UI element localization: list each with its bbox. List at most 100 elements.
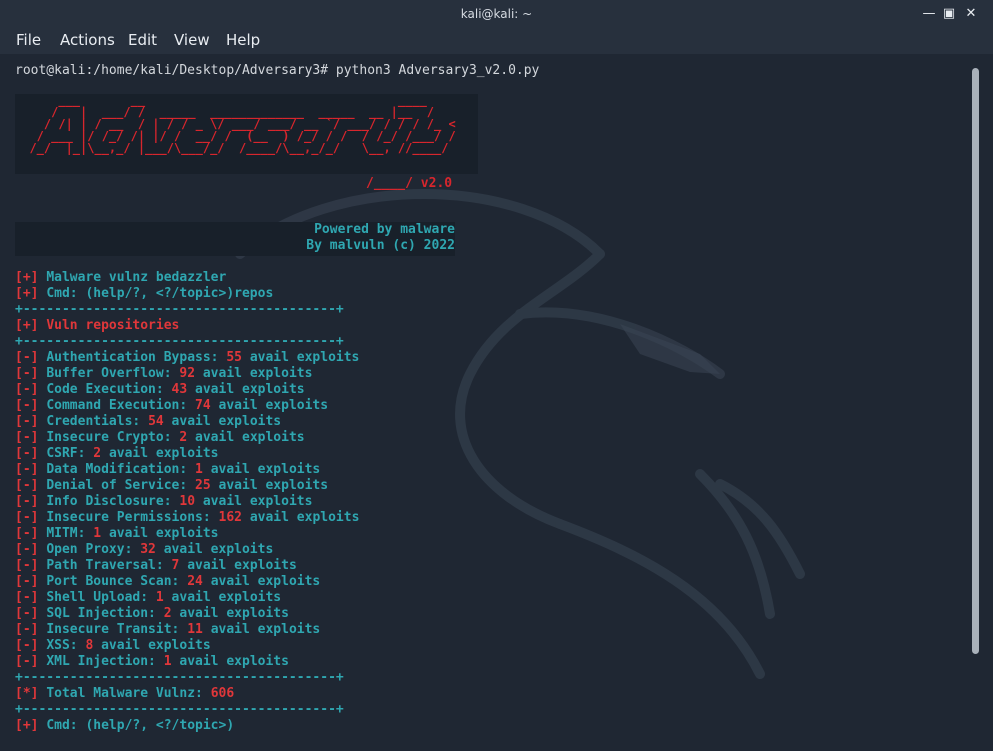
menu-bar: File Actions Edit View Help xyxy=(0,28,993,54)
exploit-suffix: avail exploits xyxy=(218,478,329,493)
exploit-suffix: avail exploits xyxy=(179,654,289,669)
repository-row: [-] MITM: 1 avail exploits xyxy=(15,526,219,542)
terminal-area[interactable]: root@kali:/home/kali/Desktop/Adversary3#… xyxy=(0,54,964,751)
exploit-suffix: avail exploits xyxy=(210,622,321,637)
divider: +---------------------------------------… xyxy=(15,670,344,685)
repository-name: XML Injection: xyxy=(46,654,156,669)
repository-row: [-] Command Execution: 74 avail exploits xyxy=(15,398,328,414)
exploit-count: 54 xyxy=(148,414,164,429)
repository-name: Insecure Transit: xyxy=(46,622,180,637)
divider: +---------------------------------------… xyxy=(15,334,344,349)
exploit-count: 10 xyxy=(179,494,196,509)
repository-name: Shell Upload: xyxy=(46,590,149,605)
tag: [-] xyxy=(15,350,39,365)
repository-row: [-] Info Disclosure: 10 avail exploits xyxy=(15,494,312,510)
scrollbar-thumb[interactable] xyxy=(972,68,979,654)
repository-name: Path Traversal: xyxy=(46,558,164,573)
exploit-suffix: avail exploits xyxy=(171,414,282,429)
exploit-count: 11 xyxy=(187,622,203,637)
credits-block: Powered by malware By malvuln (c) 2022 xyxy=(15,222,455,256)
tag: [-] xyxy=(15,510,39,525)
menu-actions[interactable]: Actions xyxy=(60,31,115,49)
tag: [-] xyxy=(15,558,39,573)
repository-row: [-] Buffer Overflow: 92 avail exploits xyxy=(15,366,312,382)
divider: +---------------------------------------… xyxy=(15,702,344,717)
exploit-count: 7 xyxy=(171,558,180,573)
section-title: [+] Vuln repositories xyxy=(15,318,179,334)
tag: [-] xyxy=(15,398,39,413)
intro-text: Cmd: (help/?, <?/topic>)repos xyxy=(46,286,274,301)
exploit-suffix: avail exploits xyxy=(218,398,329,413)
repository-name: Insecure Crypto: xyxy=(46,430,172,445)
tag: [+] xyxy=(15,286,39,301)
exploit-suffix: avail exploits xyxy=(179,606,289,621)
repository-row: [-] Insecure Permissions: 162 avail expl… xyxy=(15,510,359,526)
repository-name: Info Disclosure: xyxy=(46,494,172,509)
intro-text: Malware vulnz bedazzler xyxy=(46,270,227,285)
intro-line-2: [+] Cmd: (help/?, <?/topic>)repos xyxy=(15,286,273,302)
repository-row: [-] Code Execution: 43 avail exploits xyxy=(15,382,305,398)
repository-row: [-] Denial of Service: 25 avail exploits xyxy=(15,478,328,494)
adversary3-logo: ___ __ ____ / | ___/ / _____ ___________… xyxy=(15,94,478,174)
repository-name: Denial of Service: xyxy=(46,478,188,493)
exploit-suffix: avail exploits xyxy=(171,590,282,605)
tag: [-] xyxy=(15,366,39,381)
scrollbar[interactable] xyxy=(964,54,993,751)
repository-name: Code Execution: xyxy=(46,382,164,397)
exploit-suffix: avail exploits xyxy=(195,430,305,445)
exploit-suffix: avail exploits xyxy=(187,558,297,573)
tag: [-] xyxy=(15,382,39,397)
exploit-suffix: avail exploits xyxy=(210,462,321,477)
shell-prompt: root@kali:/home/kali/Desktop/Adversary3#… xyxy=(15,63,540,78)
repository-name: CSRF: xyxy=(46,446,86,461)
exploit-count: 1 xyxy=(195,462,203,477)
window-titlebar[interactable]: kali@kali: ~ — ▣ ✕ xyxy=(0,0,993,28)
divider: +---------------------------------------… xyxy=(15,302,344,317)
tag: [*] xyxy=(15,686,39,701)
close-icon[interactable]: ✕ xyxy=(962,5,980,23)
credits-powered: Powered by malware xyxy=(314,222,455,237)
repository-row: [-] Insecure Transit: 11 avail exploits xyxy=(15,622,320,638)
repository-name: XSS: xyxy=(46,638,78,653)
repository-row: [-] Path Traversal: 7 avail exploits xyxy=(15,558,297,574)
exploit-count: 162 xyxy=(218,510,242,525)
maximize-icon[interactable]: ▣ xyxy=(940,5,958,23)
exploit-suffix: avail exploits xyxy=(108,526,219,541)
tag: [-] xyxy=(15,638,39,653)
tag: [+] xyxy=(15,718,39,733)
menu-help[interactable]: Help xyxy=(226,31,260,49)
repository-row: [-] Port Bounce Scan: 24 avail exploits xyxy=(15,574,320,590)
minimize-icon[interactable]: — xyxy=(920,5,938,23)
version-label: /____/ v2.0 xyxy=(366,176,453,191)
exploit-count: 1 xyxy=(155,590,164,605)
repository-name: Port Bounce Scan: xyxy=(46,574,180,589)
exploit-suffix: avail exploits xyxy=(202,494,313,509)
command-prompt[interactable]: [+] Cmd: (help/?, <?/topic>) xyxy=(15,718,234,734)
tag: [-] xyxy=(15,606,39,621)
exploit-count: 1 xyxy=(163,654,172,669)
repository-row: [-] Authentication Bypass: 55 avail expl… xyxy=(15,350,359,366)
ascii-art-logo: ___ __ ____ / | ___/ / _____ ___________… xyxy=(29,93,456,155)
exploit-suffix: avail exploits xyxy=(249,350,360,365)
tag: [-] xyxy=(15,446,39,461)
repository-row: [-] XSS: 8 avail exploits xyxy=(15,638,211,654)
exploit-count: 92 xyxy=(179,366,196,381)
tag: [-] xyxy=(15,654,39,669)
tag: [-] xyxy=(15,574,39,589)
repository-name: MITM: xyxy=(46,526,86,541)
repository-name: Data Modification: xyxy=(46,462,188,477)
exploit-count: 1 xyxy=(93,526,102,541)
exploit-count: 43 xyxy=(171,382,188,397)
menu-view[interactable]: View xyxy=(174,31,210,49)
tag: [-] xyxy=(15,478,39,493)
exploit-count: 55 xyxy=(226,350,242,365)
tag: [-] xyxy=(15,622,39,637)
tag: [-] xyxy=(15,494,39,509)
repository-name: SQL Injection: xyxy=(46,606,156,621)
menu-file[interactable]: File xyxy=(16,31,41,49)
section-title-text: Vuln repositories xyxy=(46,318,180,333)
repository-row: [-] XML Injection: 1 avail exploits xyxy=(15,654,289,670)
menu-edit[interactable]: Edit xyxy=(128,31,157,49)
tag: [+] xyxy=(15,270,39,285)
total-line: [*] Total Malware Vulnz: 606 xyxy=(15,686,234,702)
